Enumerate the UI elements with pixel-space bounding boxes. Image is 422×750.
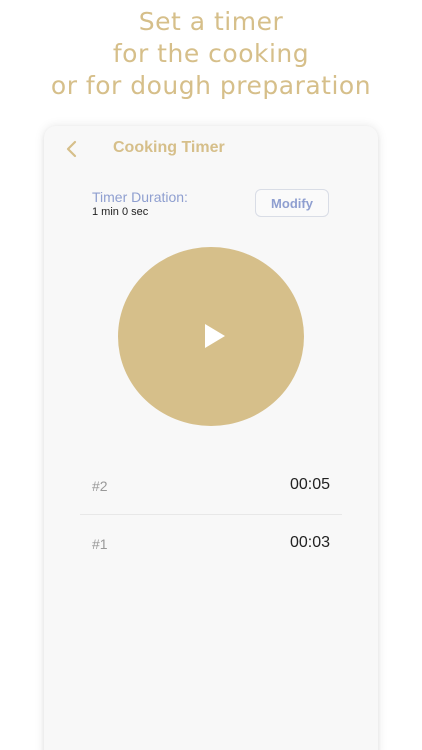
lap-row: #2 00:05 [80,458,342,516]
lap-row: #1 00:03 [80,516,342,574]
back-button[interactable] [62,138,82,160]
promo-line-1: Set a timer [138,7,284,36]
promo-line-2: for the cooking [112,39,310,68]
navigation-bar: Cooking Timer [44,126,378,172]
screenshot-page: Set a timer for the cooking or for dough… [0,0,422,750]
lap-divider [80,514,342,515]
modify-button[interactable]: Modify [255,189,329,217]
play-icon [205,324,225,348]
chevron-left-icon [66,140,77,158]
lap-number: #2 [92,478,108,494]
promo-caption: Set a timer for the cooking or for dough… [0,6,422,102]
timer-duration-label: Timer Duration: [92,189,188,205]
lap-time: 00:03 [289,534,330,551]
start-timer-button[interactable] [118,247,304,426]
lap-time: 00:05 [289,476,330,493]
lap-number: #1 [92,536,108,552]
page-title: Cooking Timer [113,139,225,156]
promo-line-3: or for dough preparation [50,71,372,100]
app-screen: Cooking Timer Timer Duration: 1 min 0 se… [44,126,378,750]
timer-duration-value: 1 min 0 sec [92,206,149,218]
